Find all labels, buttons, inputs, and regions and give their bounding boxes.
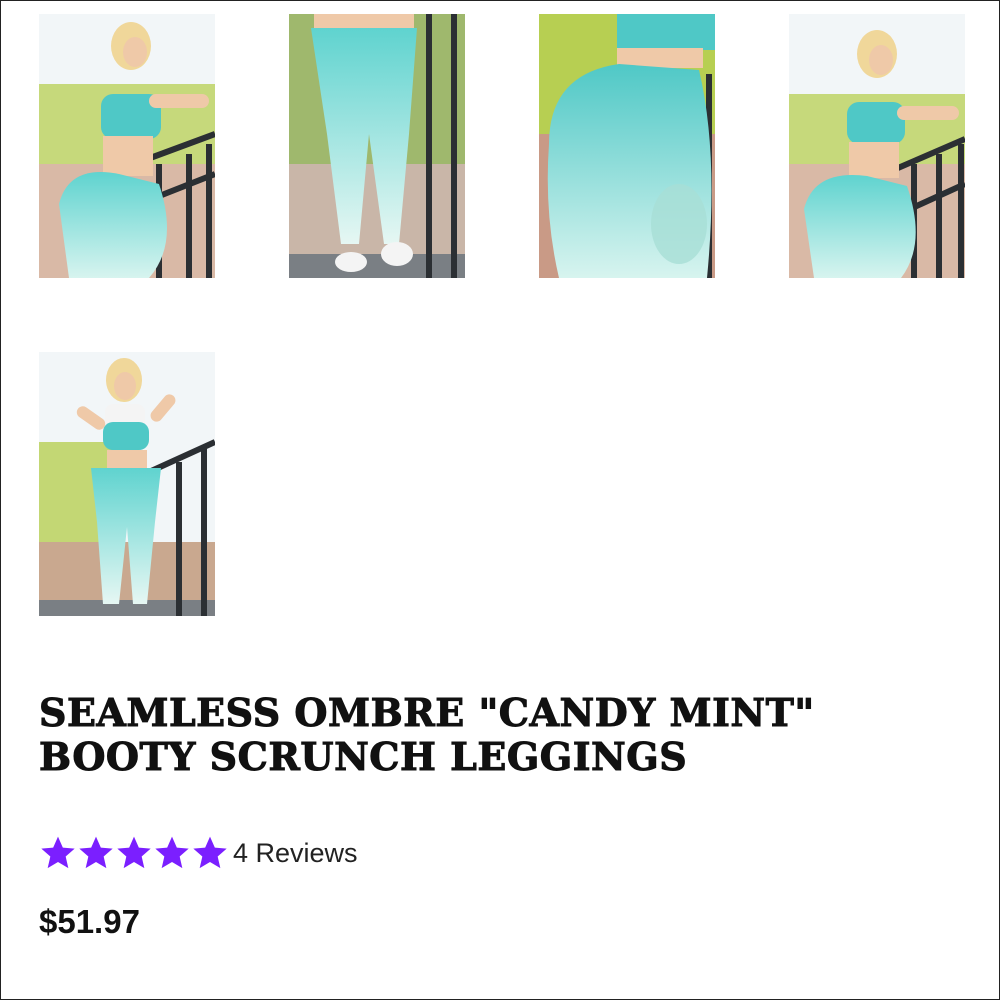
product-photo-side-pose	[39, 14, 215, 278]
product-title-line-2: BOOTY SCRUNCH LEGGINGS	[39, 734, 688, 779]
star-icon	[77, 833, 115, 873]
star-icon	[39, 833, 77, 873]
product-rating[interactable]: 4 Reviews	[39, 833, 358, 873]
product-title-line-1: SEAMLESS OMBRE "CANDY MINT"	[39, 690, 815, 735]
star-icon	[115, 833, 153, 873]
product-thumbnail-5[interactable]	[39, 352, 215, 616]
star-icon	[191, 833, 229, 873]
product-thumbnail-1[interactable]	[39, 14, 215, 278]
reviews-link[interactable]: 4 Reviews	[233, 833, 358, 873]
product-thumbnail-3[interactable]	[539, 14, 715, 278]
product-card: SEAMLESS OMBRE "CANDY MINT" BOOTY SCRUNC…	[0, 0, 1000, 1000]
product-title: SEAMLESS OMBRE "CANDY MINT" BOOTY SCRUNC…	[39, 690, 939, 779]
product-photo-side-pose	[789, 14, 965, 278]
product-photo-full-body	[39, 352, 215, 616]
product-thumbnail-2[interactable]	[289, 14, 465, 278]
product-photo-legs	[289, 14, 465, 278]
product-price: $51.97	[39, 903, 140, 940]
star-icon	[153, 833, 191, 873]
product-thumbnail-4[interactable]	[789, 14, 965, 278]
product-photo-back-detail	[539, 14, 715, 278]
star-rating	[39, 833, 229, 873]
